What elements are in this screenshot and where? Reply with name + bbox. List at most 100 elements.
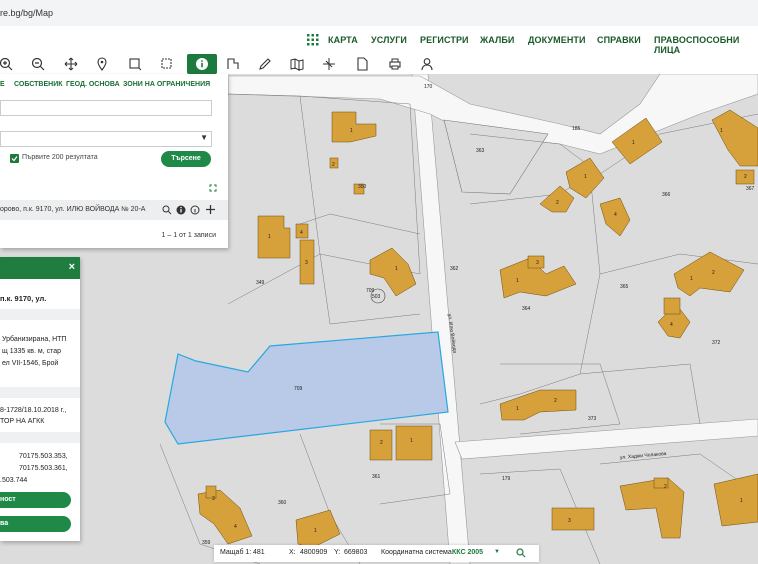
tab-address[interactable]: Е	[0, 81, 5, 88]
neighbor-2: 70175.503.361,	[19, 465, 68, 472]
nav-item-documents[interactable]: ДОКУМЕНТИ	[528, 35, 586, 45]
info-action-button-1[interactable]: ност	[0, 492, 71, 508]
nav-item-map[interactable]: КАРТА	[328, 35, 358, 45]
neighbor-3: .503.744	[0, 477, 28, 484]
apps-grid-icon[interactable]	[307, 34, 319, 46]
svg-text:2: 2	[554, 398, 557, 404]
layers-icon[interactable]	[320, 55, 338, 73]
svg-text:3: 3	[305, 260, 308, 266]
document-icon[interactable]	[353, 55, 371, 73]
svg-text:366: 366	[662, 192, 671, 198]
info-circle-icon[interactable]	[176, 205, 186, 215]
property-line-2: щ 1335 кв. м, стар	[2, 348, 62, 355]
search-input[interactable]	[0, 100, 212, 116]
svg-text:3: 3	[568, 518, 571, 524]
zoom-in-icon[interactable]	[0, 55, 15, 73]
svg-text:362: 362	[450, 266, 459, 272]
coord-system-select[interactable]: ККС 2005	[452, 549, 483, 556]
search-icon[interactable]	[516, 548, 526, 558]
svg-text:4: 4	[300, 230, 303, 236]
svg-text:503: 503	[372, 294, 381, 300]
info-divider	[0, 432, 80, 443]
svg-text:1: 1	[720, 128, 723, 134]
svg-text:365: 365	[620, 284, 629, 290]
result-count: 1 – 1 от 1 записи	[161, 232, 216, 239]
map-icon[interactable]	[288, 55, 306, 73]
search-icon[interactable]	[162, 205, 172, 215]
first-200-checkbox[interactable]	[10, 154, 19, 163]
nav-item-services[interactable]: УСЛУГИ	[371, 35, 407, 45]
zoom-out-icon[interactable]	[29, 55, 47, 73]
svg-text:2: 2	[712, 270, 715, 276]
map-status-bar: Мащаб 1: 481 X: 4800909 Y: 669803 Коорди…	[214, 545, 539, 562]
x-label: X:	[289, 549, 296, 556]
coord-system-label: Координатна система:	[381, 549, 454, 556]
svg-text:4: 4	[234, 524, 237, 530]
scale-value: 481	[253, 549, 265, 556]
nav-item-licensed-persons[interactable]: ПРАВОСПОСОБНИ ЛИЦА	[654, 35, 758, 55]
nav-item-complaints[interactable]: ЖАЛБИ	[480, 35, 515, 45]
measure-icon[interactable]	[224, 55, 242, 73]
tab-geodetic-base[interactable]: ГЕОД. ОСНОВА	[66, 81, 120, 88]
svg-text:1: 1	[350, 128, 353, 134]
svg-text:4: 4	[614, 212, 617, 218]
scale-label: Мащаб 1:	[220, 549, 252, 556]
y-value: 669803	[344, 549, 368, 556]
neighbor-1: 70175.503.353,	[19, 453, 68, 460]
svg-text:363: 363	[476, 148, 485, 154]
print-icon[interactable]	[386, 55, 404, 73]
search-select[interactable]: ▼	[0, 131, 212, 147]
chevron-down-icon[interactable]: ▼	[494, 549, 500, 555]
property-line-3: ел VII-1546, Брой	[2, 360, 59, 367]
svg-text:2: 2	[664, 484, 667, 490]
order-line-2: ТОР НА АГКК	[0, 418, 45, 425]
x-value: 4800909	[300, 549, 328, 556]
browser-url-bar[interactable]: re.bg/bg/Map	[0, 0, 758, 27]
tab-owner[interactable]: СОБСТВЕНИК	[14, 81, 63, 88]
svg-text:1: 1	[516, 278, 519, 284]
expand-icon[interactable]	[209, 184, 217, 192]
info-outline-icon[interactable]	[190, 205, 200, 215]
draw-icon[interactable]	[256, 55, 274, 73]
tab-restriction-zones[interactable]: ЗОНИ НА ОГРАНИЧЕНИЯ	[123, 81, 210, 88]
svg-text:360: 360	[278, 500, 287, 506]
close-icon[interactable]: ×	[69, 261, 75, 273]
info-icon[interactable]	[187, 54, 217, 74]
info-divider	[0, 309, 80, 320]
svg-text:1: 1	[410, 438, 413, 444]
svg-text:372: 372	[712, 340, 721, 346]
result-row[interactable]: орово, п.к. 9170, ул. ИЛЮ ВОЙВОДА № 20-А	[0, 200, 228, 220]
svg-text:1: 1	[690, 276, 693, 282]
svg-text:170: 170	[424, 84, 433, 90]
pan-icon[interactable]	[62, 55, 80, 73]
chevron-down-icon: ▼	[200, 133, 208, 142]
info-divider	[0, 387, 80, 398]
user-icon[interactable]	[418, 55, 436, 73]
nav-item-registers[interactable]: РЕГИСТРИ	[420, 35, 469, 45]
svg-text:709: 709	[294, 386, 303, 392]
info-action-button-2[interactable]: ва	[0, 516, 71, 532]
info-panel-header: ×	[0, 257, 80, 279]
svg-text:3: 3	[536, 260, 539, 266]
svg-text:4: 4	[670, 322, 673, 328]
svg-text:359: 359	[202, 540, 211, 546]
marker-icon[interactable]	[93, 55, 111, 73]
nav-item-references[interactable]: СПРАВКИ	[597, 35, 641, 45]
y-label: Y:	[334, 549, 341, 556]
svg-text:1: 1	[516, 406, 519, 412]
map-toolbar	[0, 54, 758, 74]
search-button[interactable]: Търсене	[161, 151, 211, 167]
svg-text:1: 1	[314, 528, 317, 534]
search-panel: Е СОБСТВЕНИК ГЕОД. ОСНОВА ЗОНИ НА ОГРАНИ…	[0, 74, 228, 248]
svg-text:349: 349	[256, 280, 265, 286]
svg-text:179: 179	[502, 476, 511, 482]
select-rect-icon[interactable]	[126, 55, 144, 73]
select-area-icon[interactable]	[158, 55, 176, 73]
property-line-1: Урбанизирана, НТП	[2, 336, 67, 343]
svg-text:2: 2	[380, 440, 383, 446]
svg-text:373: 373	[588, 416, 597, 422]
check-icon	[11, 156, 18, 162]
svg-text:185: 185	[572, 126, 581, 132]
add-icon[interactable]	[205, 204, 216, 215]
svg-text:367: 367	[746, 186, 755, 192]
